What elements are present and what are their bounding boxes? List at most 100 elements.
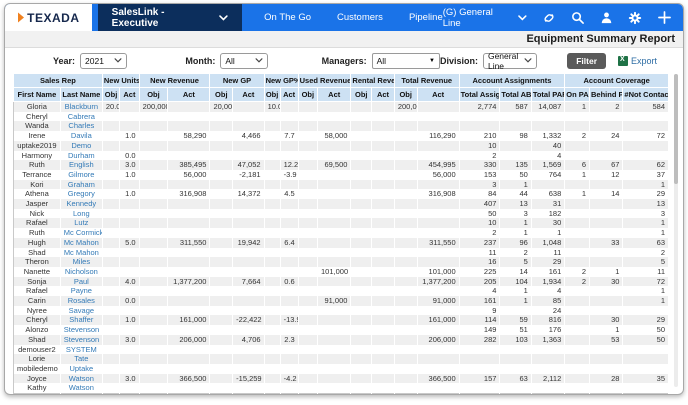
division-select[interactable]: General Line: [483, 53, 537, 69]
managers-select[interactable]: All ▼: [372, 53, 440, 69]
last-name-link[interactable]: Charles: [60, 121, 102, 131]
value-cell: [394, 160, 417, 170]
value-cell: [623, 345, 669, 355]
value-cell: [565, 228, 590, 238]
value-cell: [623, 121, 669, 131]
last-name-link[interactable]: Mc Mahon: [60, 238, 102, 248]
value-cell: [394, 315, 417, 325]
last-name-link[interactable]: Mc Mahon: [60, 248, 102, 258]
value-cell: [318, 189, 351, 199]
year-select[interactable]: 2021: [80, 53, 127, 69]
last-name-link[interactable]: SYSTEM: [60, 345, 102, 355]
filter-button[interactable]: Filter: [567, 53, 606, 69]
value-cell: [264, 209, 280, 219]
last-name-link[interactable]: Long: [60, 209, 102, 219]
value-cell: -3.9: [280, 170, 298, 180]
first-name-cell: Gloria: [14, 102, 61, 112]
value-cell: 7.7: [280, 131, 298, 141]
value-cell: [233, 199, 264, 209]
month-select[interactable]: All: [220, 53, 267, 69]
last-name-link[interactable]: Stevenson: [60, 325, 102, 335]
last-name-link[interactable]: Shaffer: [60, 315, 102, 325]
last-name-link[interactable]: Tate: [60, 354, 102, 364]
last-name-link[interactable]: English: [60, 160, 102, 170]
value-cell: [589, 354, 622, 364]
value-cell: [394, 199, 417, 209]
column-group-header: Total Revenue: [394, 74, 459, 88]
value-cell: 4.5: [280, 189, 298, 199]
last-name-link[interactable]: Cabrera: [60, 112, 102, 122]
value-cell: [372, 315, 395, 325]
last-name-link[interactable]: Gregory: [60, 189, 102, 199]
link-icon[interactable]: [542, 11, 556, 25]
add-icon[interactable]: [657, 11, 671, 25]
value-cell: [280, 345, 298, 355]
search-icon[interactable]: [571, 11, 585, 25]
chevron-down-icon: [518, 15, 527, 21]
export-button[interactable]: Export: [618, 56, 657, 66]
value-cell: [139, 189, 168, 199]
value-cell: [139, 345, 168, 355]
last-name-link[interactable]: Nicholson: [60, 267, 102, 277]
value-cell: [233, 306, 264, 316]
value-cell: [210, 364, 233, 374]
table-row: GloriaBlackburn20.0200,00020,00010.0200,…: [14, 102, 669, 112]
last-name-link[interactable]: Durham: [60, 151, 102, 161]
nav-item-pipeline[interactable]: Pipeline: [409, 12, 443, 23]
value-cell: [318, 354, 351, 364]
last-name-link[interactable]: Lutz: [60, 218, 102, 228]
value-cell: 37: [623, 170, 669, 180]
last-name-link[interactable]: Stevenson: [60, 335, 102, 345]
division-switcher[interactable]: (G) General Line: [443, 7, 527, 29]
value-cell: [372, 180, 395, 190]
app-menu-dropdown[interactable]: SalesLink - Executive: [98, 4, 243, 31]
value-cell: [233, 121, 264, 131]
last-name-link[interactable]: Payne: [60, 286, 102, 296]
last-name-link[interactable]: Rosales: [60, 296, 102, 306]
last-name-link[interactable]: Davila: [60, 131, 102, 141]
last-name-link[interactable]: Demo: [60, 141, 102, 151]
last-name-link[interactable]: Uptake: [60, 364, 102, 374]
value-cell: [298, 267, 317, 277]
value-cell: [417, 102, 459, 112]
value-cell: [298, 374, 317, 384]
last-name-link[interactable]: Graham: [60, 180, 102, 190]
value-cell: [264, 364, 280, 374]
value-cell: [210, 374, 233, 384]
last-name-link[interactable]: Mc Cormick: [60, 228, 102, 238]
nav-item-customers[interactable]: Customers: [337, 12, 383, 23]
last-name-link[interactable]: Miles: [60, 257, 102, 267]
column-header: Act: [168, 88, 210, 102]
value-cell: 205: [459, 277, 500, 287]
value-cell: 9: [459, 306, 500, 316]
value-cell: 1,363: [531, 335, 564, 345]
last-name-link[interactable]: Blackburn: [60, 102, 102, 112]
column-header: Total Assigned: [459, 88, 500, 102]
last-name-link[interactable]: Paul: [60, 277, 102, 287]
excel-icon: [618, 56, 628, 66]
value-cell: [351, 374, 372, 384]
nav-item-on-the-go[interactable]: On The Go: [264, 12, 311, 23]
gear-icon[interactable]: [628, 11, 642, 25]
value-cell: [372, 218, 395, 228]
value-cell: [210, 112, 233, 122]
value-cell: [168, 354, 210, 364]
last-name-link[interactable]: Kennedy: [60, 199, 102, 209]
last-name-link[interactable]: Watson: [60, 374, 102, 384]
last-name-link[interactable]: Savage: [60, 306, 102, 316]
value-cell: [264, 151, 280, 161]
value-cell: [565, 354, 590, 364]
value-cell: [298, 277, 317, 287]
value-cell: [372, 170, 395, 180]
value-cell: [372, 257, 395, 267]
value-cell: [394, 141, 417, 151]
last-name-link[interactable]: Gilmore: [60, 170, 102, 180]
value-cell: 116,290: [417, 131, 459, 141]
scrollbar-thumb[interactable]: [674, 74, 678, 184]
user-icon[interactable]: [600, 11, 614, 25]
value-cell: [351, 325, 372, 335]
value-cell: [394, 121, 417, 131]
value-cell: [589, 121, 622, 131]
last-name-link[interactable]: Watson: [60, 383, 102, 393]
value-cell: [394, 112, 417, 122]
